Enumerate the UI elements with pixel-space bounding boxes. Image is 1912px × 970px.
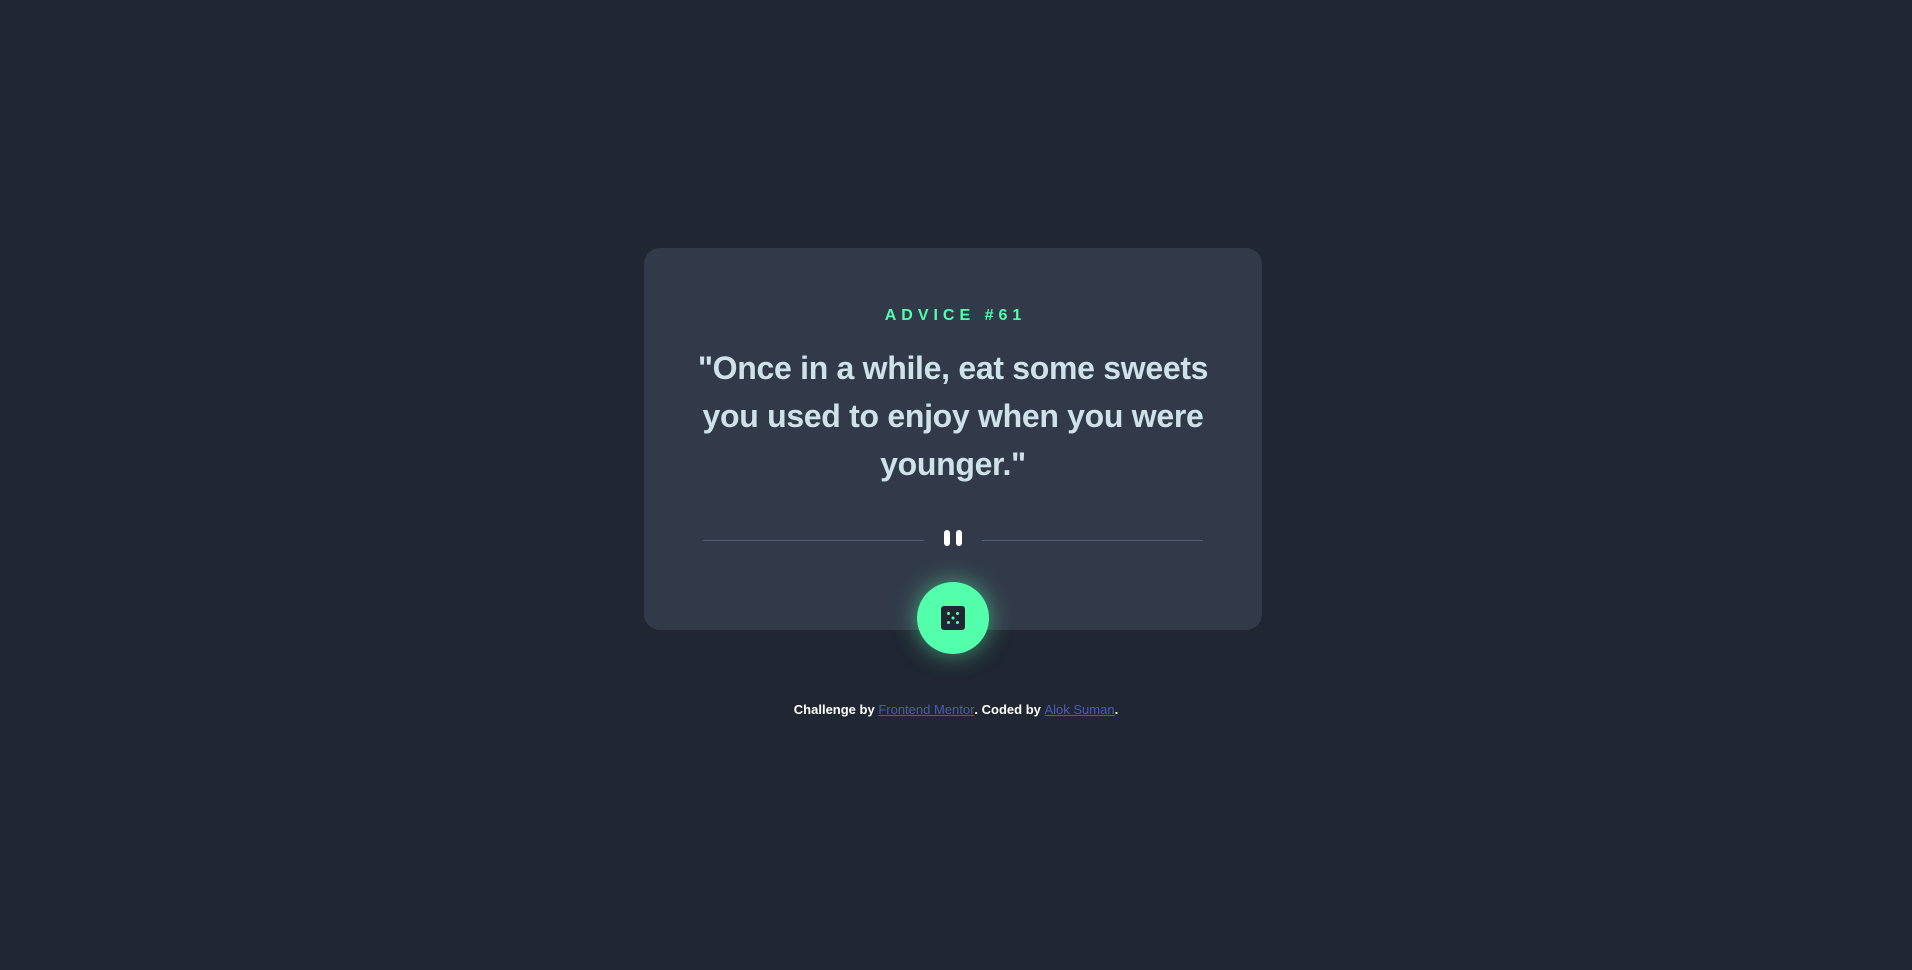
footer-prefix: Challenge by	[793, 702, 879, 717]
divider	[703, 530, 1203, 550]
dice-icon	[941, 606, 965, 630]
advice-text: "Once in a while, eat some sweets you us…	[697, 350, 1209, 482]
advice-card: ADVICE #61 "Once in a while, eat some sw…	[644, 248, 1262, 654]
footer-suffix: .	[1114, 702, 1119, 717]
author-link[interactable]: Alok Suman	[1044, 702, 1114, 717]
frontend-mentor-link[interactable]: Frontend Mentor	[878, 702, 974, 717]
divider-line-left	[703, 540, 924, 541]
divider-line-right	[982, 540, 1203, 541]
footer-middle: . Coded by	[974, 702, 1045, 717]
pause-icon	[941, 530, 965, 550]
new-advice-button[interactable]	[917, 582, 989, 654]
advice-id: ADVICE #61	[884, 307, 1027, 324]
attribution-footer: Challenge by Frontend Mentor. Coded by A…	[0, 702, 1912, 717]
